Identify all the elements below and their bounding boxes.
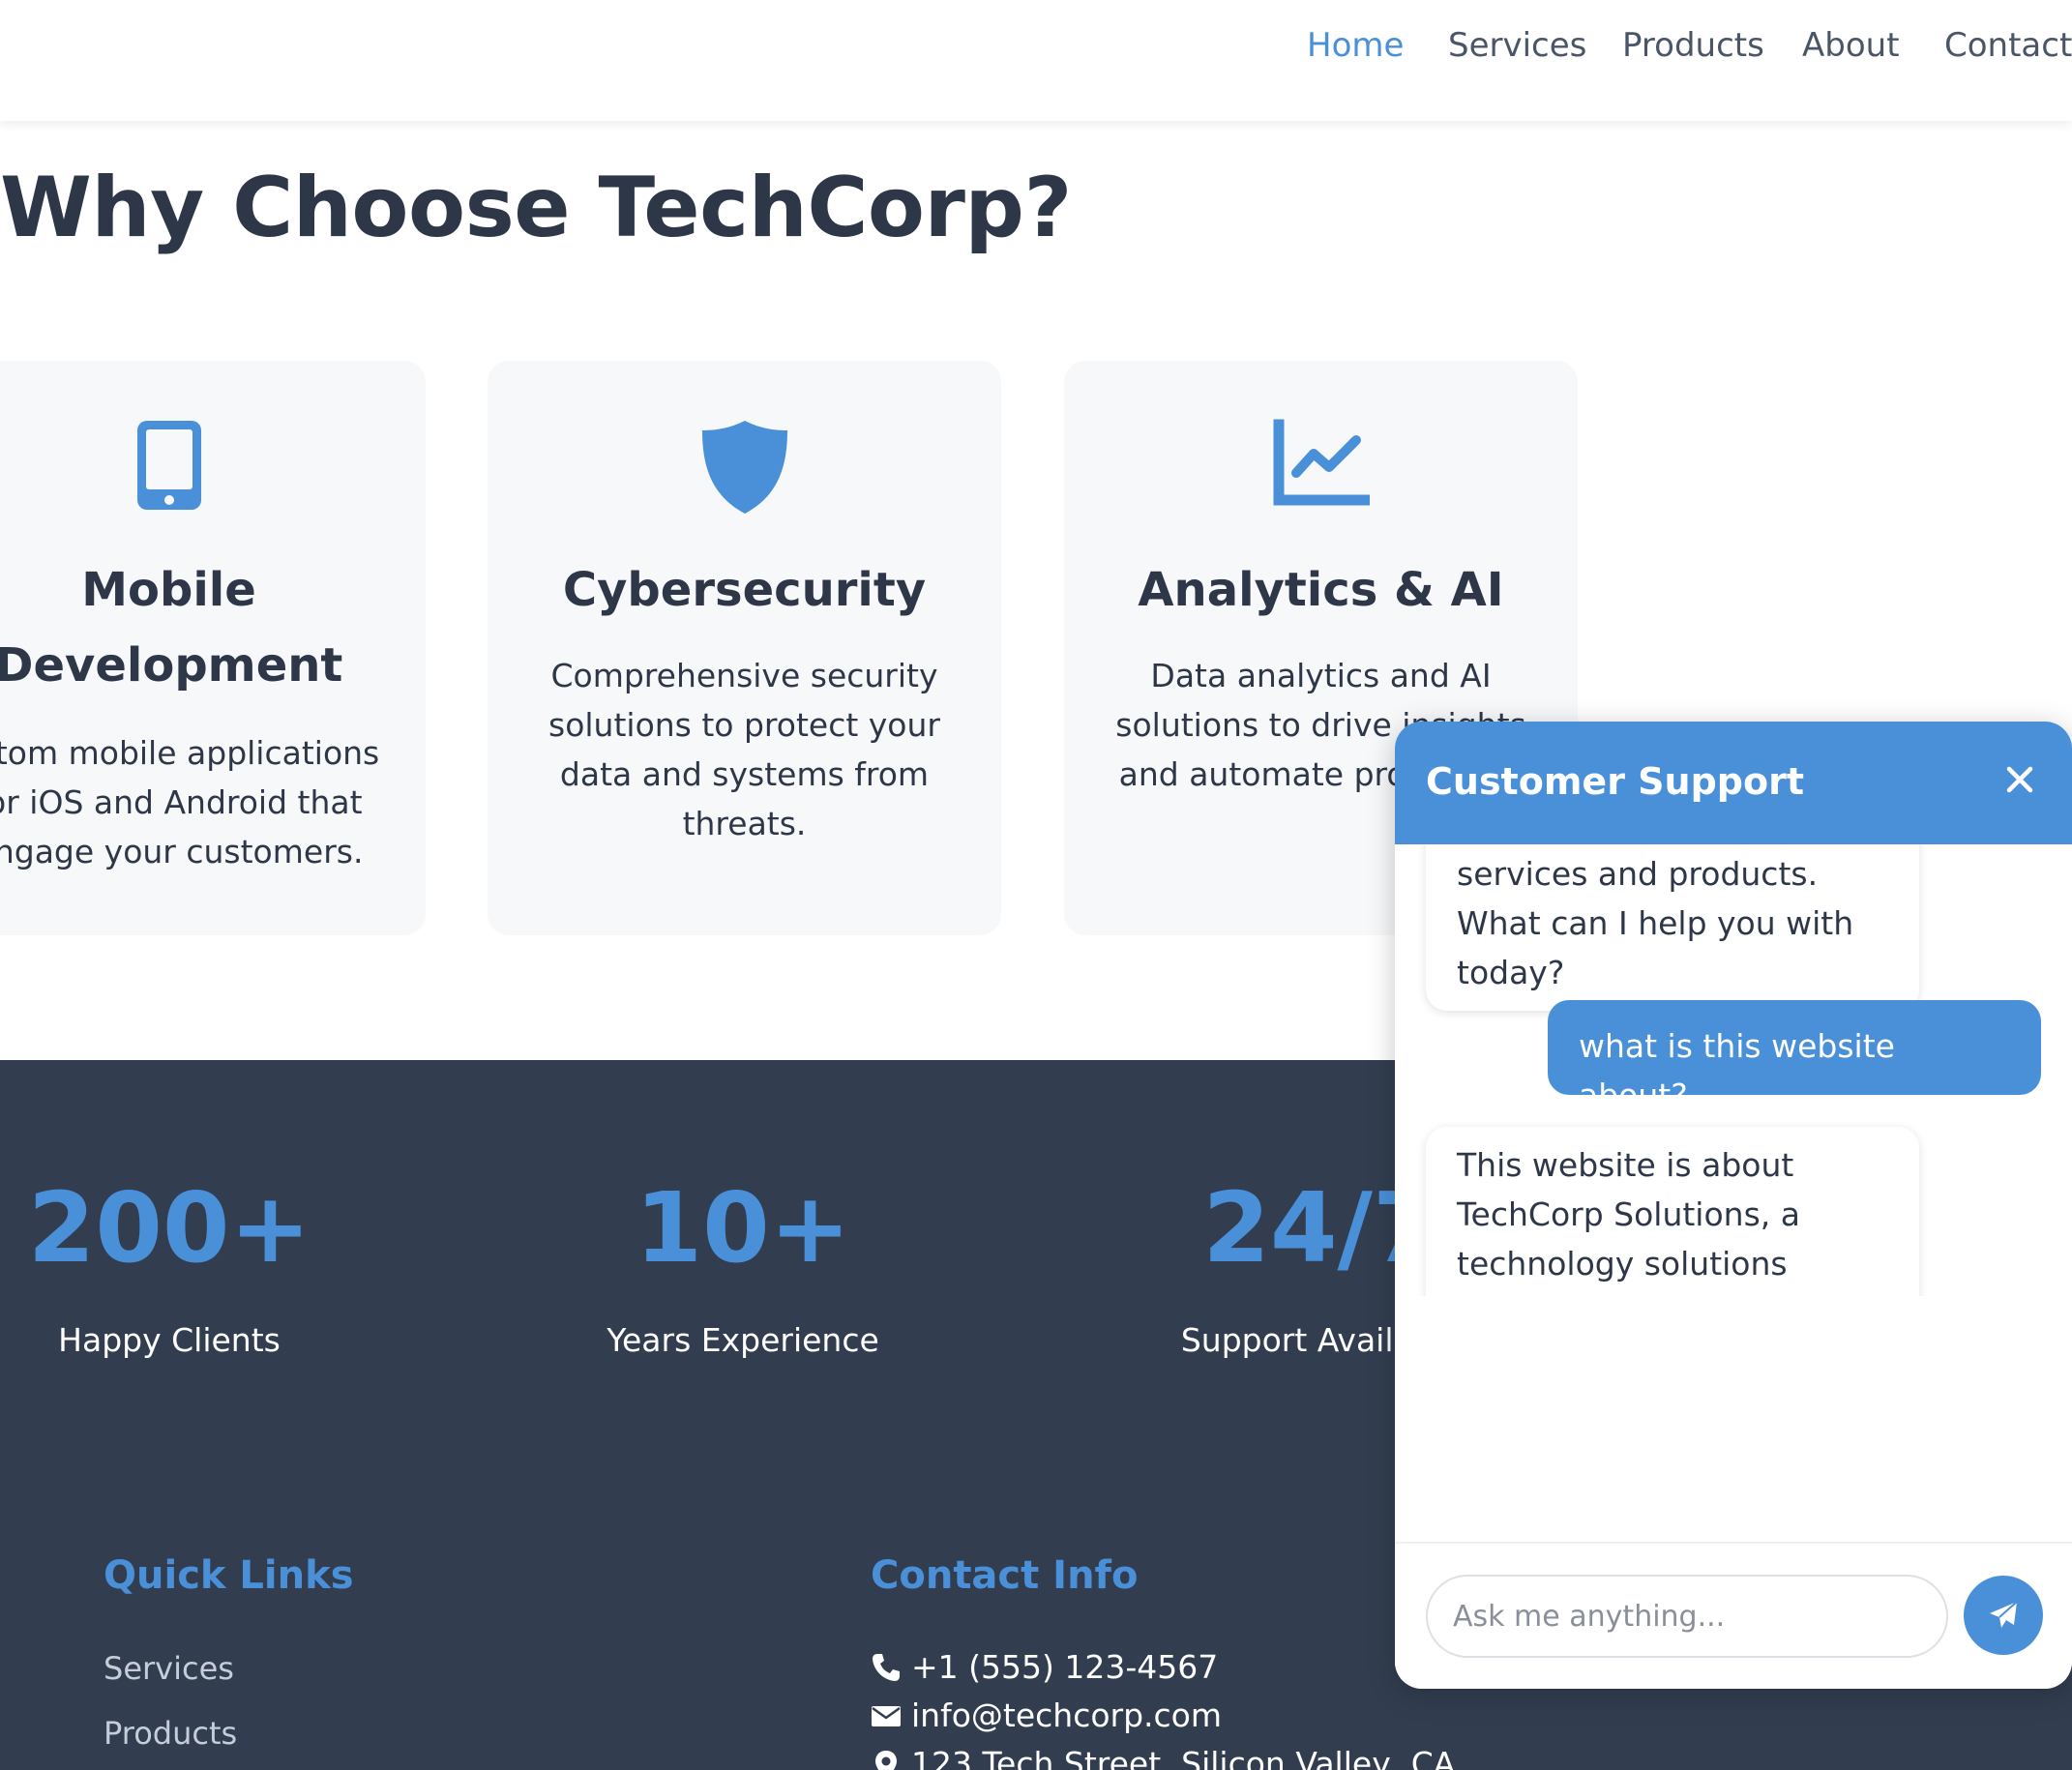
- card-title: Analytics & AI: [1138, 563, 1504, 617]
- card-description: ustom mobile applications for iOS and An…: [0, 734, 380, 870]
- phone-icon: [873, 1653, 900, 1681]
- chat-header: Customer Support: [1395, 722, 2072, 844]
- top-navigation: Home Services Products About Contact: [0, 0, 2072, 121]
- contact-email-text: info@techcorp.com: [911, 1696, 1223, 1734]
- contact-address: 123 Tech Street, Silicon Valley, CA: [871, 1745, 1455, 1770]
- card-title: Cybersecurity: [562, 563, 927, 617]
- section-title: Why Choose TechCorp?: [0, 160, 1072, 256]
- footer-link-products[interactable]: Products: [104, 1715, 237, 1752]
- card-description: Comprehensive security solutions to prot…: [548, 657, 940, 842]
- line-chart-icon: [1064, 419, 1578, 525]
- stat-label-clients: Happy Clients: [58, 1321, 281, 1359]
- bot-message: information about our services and produ…: [1426, 844, 1919, 1011]
- nav-link-services[interactable]: Services: [1448, 26, 1586, 65]
- map-pin-icon: [875, 1750, 897, 1770]
- mobile-phone-icon: [0, 419, 426, 525]
- chat-input-area: [1395, 1542, 2072, 1689]
- chat-widget: Customer Support information about our s…: [1395, 722, 2072, 1689]
- chat-title: Customer Support: [1426, 760, 1805, 803]
- envelope-icon: [872, 1705, 901, 1726]
- nav-link-home[interactable]: Home: [1307, 26, 1404, 65]
- contact-email: info@techcorp.com: [871, 1696, 1222, 1734]
- paper-plane-icon: [1990, 1601, 2018, 1628]
- feature-card-mobile: Mobile Development ustom mobile applicat…: [0, 361, 426, 935]
- card-title: Mobile Development: [0, 563, 343, 693]
- stat-value-clients: 200+: [27, 1171, 311, 1284]
- feature-card-cybersecurity: Cybersecurity Comprehensive security sol…: [488, 361, 1001, 935]
- user-message: what is this website about?: [1548, 1000, 2041, 1114]
- bot-message: This website is about TechCorp Solutions…: [1426, 1127, 1919, 1296]
- quick-links-heading: Quick Links: [104, 1553, 354, 1598]
- shield-icon: [488, 419, 1001, 525]
- footer-link-services[interactable]: Services: [104, 1650, 234, 1687]
- contact-phone: +1 (555) 123-4567: [871, 1648, 1218, 1686]
- nav-link-products[interactable]: Products: [1622, 26, 1764, 65]
- nav-link-contact[interactable]: Contact: [1944, 26, 2072, 65]
- contact-address-text: 123 Tech Street, Silicon Valley, CA: [911, 1745, 1456, 1770]
- contact-info-heading: Contact Info: [871, 1553, 1139, 1598]
- send-button[interactable]: [1964, 1576, 2043, 1655]
- stat-value-years: 10+: [635, 1171, 851, 1284]
- close-icon[interactable]: [1991, 751, 2049, 809]
- contact-phone-text: +1 (555) 123-4567: [911, 1648, 1219, 1686]
- chat-input[interactable]: [1426, 1575, 1948, 1658]
- chat-messages[interactable]: information about our services and produ…: [1395, 844, 2072, 1296]
- stat-label-years: Years Experience: [607, 1321, 879, 1359]
- nav-link-about[interactable]: About: [1802, 26, 1900, 65]
